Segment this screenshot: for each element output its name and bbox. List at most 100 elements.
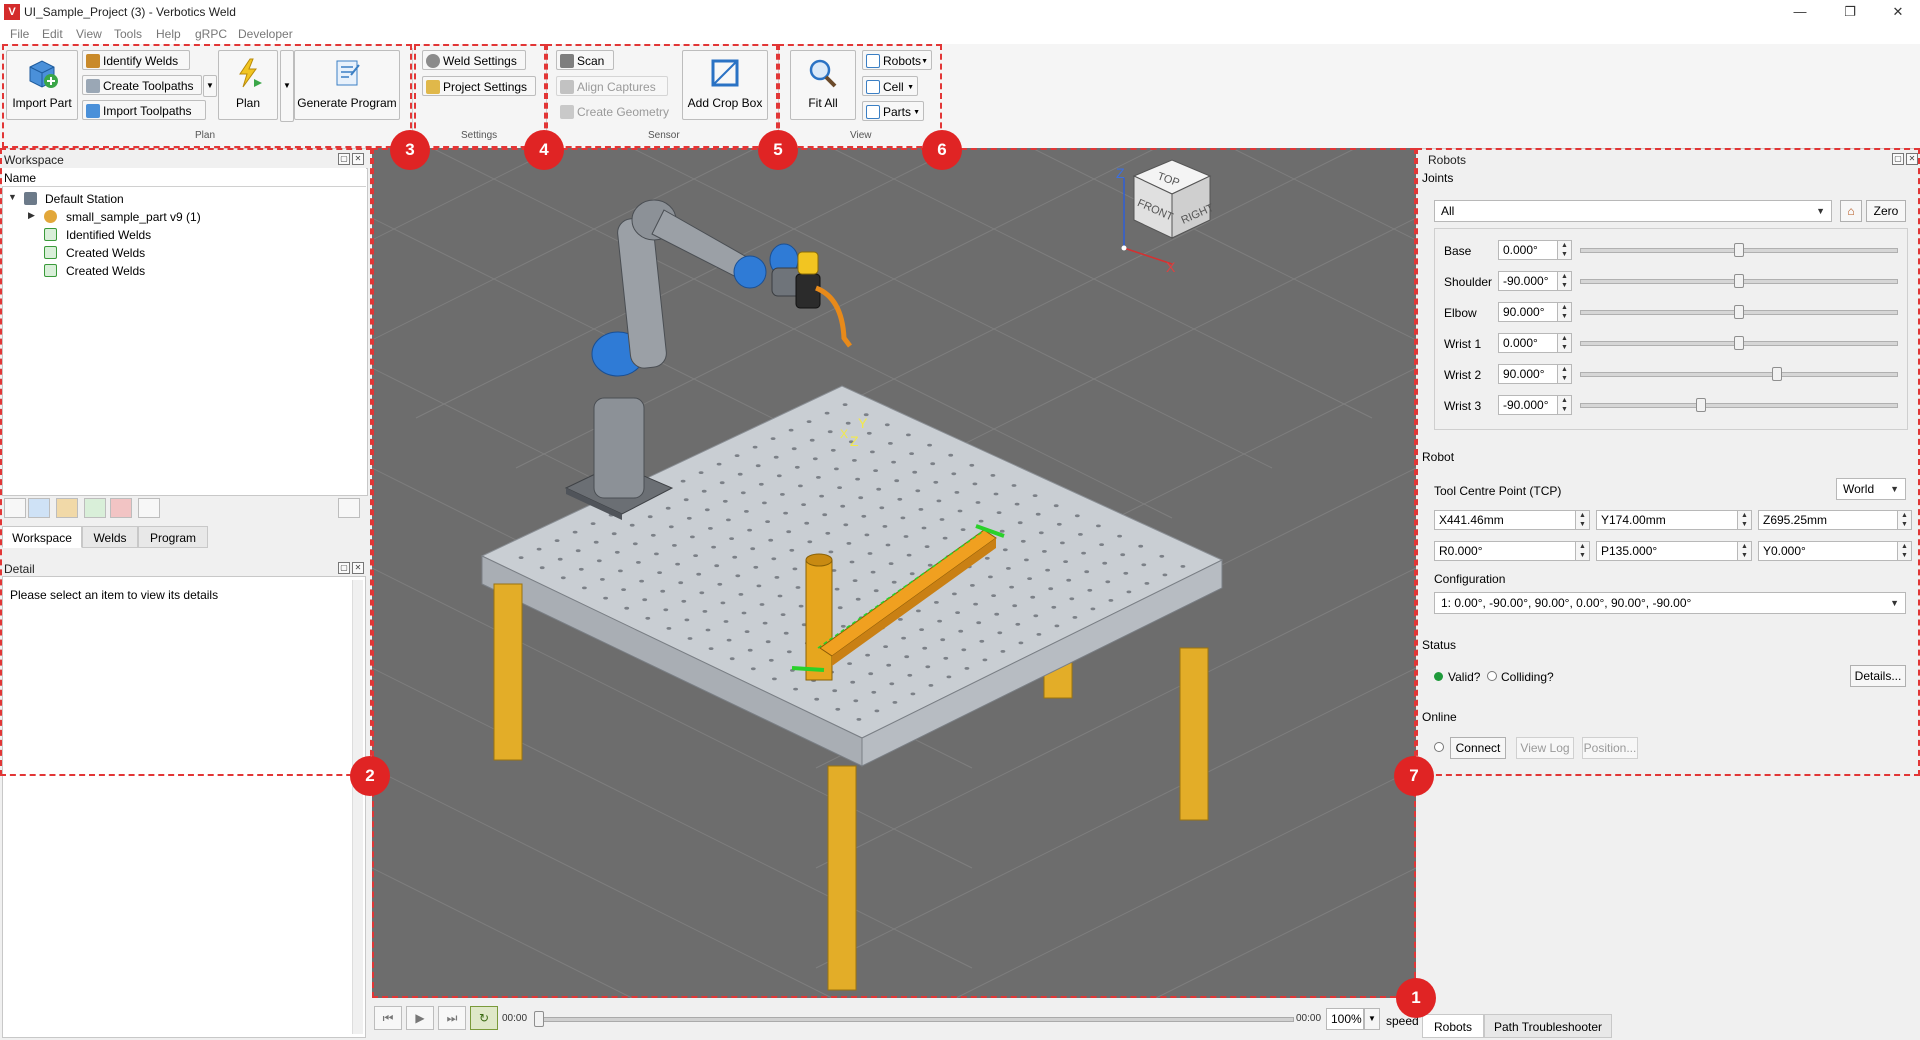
tcp-roll-spin[interactable]: ▲ ▼ xyxy=(1576,541,1590,561)
tcp-z-spin[interactable]: ▲ ▼ xyxy=(1898,510,1912,530)
tcp-x-spin[interactable]: ▲ ▼ xyxy=(1576,510,1590,530)
expand-arrow-icon[interactable]: ▼ xyxy=(8,192,17,202)
menu-help[interactable]: Help xyxy=(156,27,181,41)
joint-elbow-spin[interactable]: ▲ ▼ xyxy=(1558,302,1572,322)
tcp-pitch-input[interactable]: P135.000° xyxy=(1596,541,1738,561)
tree-column-name[interactable]: Name xyxy=(4,171,36,185)
float-icon[interactable]: ▢ xyxy=(338,562,350,574)
create-toolpaths-button[interactable]: Create Toolpaths xyxy=(82,75,202,95)
play-icon[interactable]: ▶ xyxy=(406,1006,434,1030)
cell-view-button[interactable]: Cell ▼ xyxy=(862,76,918,96)
panel-close-icon[interactable]: ✕ xyxy=(352,153,364,165)
skip-back-icon[interactable]: ⏮ xyxy=(374,1006,402,1030)
joints-select[interactable]: All ▼ xyxy=(1434,200,1832,222)
create-geometry-button[interactable]: Create Geometry xyxy=(556,101,674,121)
joint-wrist-1-slider-handle[interactable] xyxy=(1734,336,1744,350)
joint-base-input[interactable]: 0.000° xyxy=(1498,240,1558,260)
tab-program[interactable]: Program xyxy=(138,526,208,548)
tcp-roll-input[interactable]: R0.000° xyxy=(1434,541,1576,561)
tcp-frame-select[interactable]: World ▼ xyxy=(1836,478,1906,500)
menu-file[interactable]: File xyxy=(10,27,29,41)
tab-path-troubleshooter[interactable]: Path Troubleshooter xyxy=(1484,1014,1612,1038)
zoom-input[interactable]: 100% xyxy=(1326,1008,1364,1030)
tab-robots[interactable]: Robots xyxy=(1422,1014,1484,1038)
loop-icon[interactable]: ↻ xyxy=(470,1006,498,1030)
identify-welds-button[interactable]: Identify Welds xyxy=(82,50,190,70)
tab-workspace[interactable]: Workspace xyxy=(2,526,82,548)
import-part-tool-icon[interactable] xyxy=(28,498,50,518)
skip-forward-icon[interactable]: ⏭ xyxy=(438,1006,466,1030)
import-toolpaths-button[interactable]: Import Toolpaths xyxy=(82,100,206,120)
menu-edit[interactable]: Edit xyxy=(42,27,63,41)
tcp-pitch-spin[interactable]: ▲ ▼ xyxy=(1738,541,1752,561)
tree-item-identified-welds[interactable]: Identified Welds xyxy=(66,228,151,242)
scene-canvas[interactable]: Y Z X TOP FRONT RIGHT Z X xyxy=(372,148,1416,998)
pencil-tool-icon[interactable] xyxy=(56,498,78,518)
configuration-select[interactable]: 1: 0.00°, -90.00°, 90.00°, 0.00°, 90.00°… xyxy=(1434,592,1906,614)
joint-shoulder-spin[interactable]: ▲ ▼ xyxy=(1558,271,1572,291)
float-icon[interactable]: ▢ xyxy=(1892,153,1904,165)
menu-tools[interactable]: Tools xyxy=(114,27,142,41)
weld-settings-button[interactable]: Weld Settings xyxy=(422,50,526,70)
station-tool-icon[interactable] xyxy=(4,498,26,518)
3d-viewport[interactable]: Y Z X TOP FRONT RIGHT Z X xyxy=(372,148,1416,998)
weld-tool-icon[interactable] xyxy=(84,498,106,518)
plan-dropdown[interactable]: ▼ xyxy=(280,50,294,122)
tree-item-default-station[interactable]: Default Station xyxy=(45,192,124,206)
tree-item-sample-part[interactable]: small_sample_part v9 (1) xyxy=(66,210,201,224)
joint-wrist-3-input[interactable]: -90.000° xyxy=(1498,395,1558,415)
tree-item-created-welds-2[interactable]: Created Welds xyxy=(66,264,145,278)
joint-shoulder-slider-handle[interactable] xyxy=(1734,274,1744,288)
zoom-dropdown[interactable]: ▼ xyxy=(1364,1008,1380,1030)
fit-all-button[interactable]: Fit All xyxy=(790,50,856,120)
joint-wrist-3-slider-handle[interactable] xyxy=(1696,398,1706,412)
joint-base-spin[interactable]: ▲ ▼ xyxy=(1558,240,1572,260)
parts-view-button[interactable]: Parts ▼ xyxy=(862,101,924,121)
chart-tool-icon[interactable] xyxy=(110,498,132,518)
close-button[interactable]: ✕ xyxy=(1878,2,1918,22)
tree-item-created-welds[interactable]: Created Welds xyxy=(66,246,145,260)
timeline-handle[interactable] xyxy=(534,1011,544,1027)
detail-scrollbar[interactable] xyxy=(352,580,363,1034)
tcp-y-spin[interactable]: ▲ ▼ xyxy=(1738,510,1752,530)
panel-close-icon[interactable]: ✕ xyxy=(1906,153,1918,165)
panel-options-icon[interactable] xyxy=(338,498,360,518)
menu-developer[interactable]: Developer xyxy=(238,27,293,41)
menu-view[interactable]: View xyxy=(76,27,102,41)
tcp-yaw-spin[interactable]: ▲ ▼ xyxy=(1898,541,1912,561)
joint-wrist-2-slider-handle[interactable] xyxy=(1772,367,1782,381)
tcp-z-input[interactable]: Z695.25mm xyxy=(1758,510,1898,530)
tcp-yaw-input[interactable]: Y0.000° xyxy=(1758,541,1898,561)
maximize-button[interactable]: ❐ xyxy=(1830,2,1870,22)
robots-view-button[interactable]: Robots ▼ xyxy=(862,50,932,70)
joint-wrist-1-spin[interactable]: ▲ ▼ xyxy=(1558,333,1572,353)
joint-wrist-3-slider[interactable] xyxy=(1580,403,1898,408)
home-button[interactable]: ⌂ xyxy=(1840,200,1862,222)
joint-shoulder-input[interactable]: -90.000° xyxy=(1498,271,1558,291)
align-captures-button[interactable]: Align Captures xyxy=(556,76,668,96)
timeline-track[interactable] xyxy=(536,1017,1294,1022)
zero-button[interactable]: Zero xyxy=(1866,200,1906,222)
collapse-arrow-icon[interactable]: ▶ xyxy=(28,210,35,221)
minimize-button[interactable]: — xyxy=(1780,2,1820,22)
tab-welds[interactable]: Welds xyxy=(82,526,138,548)
project-settings-button[interactable]: Project Settings xyxy=(422,76,536,96)
menu-grpc[interactable]: gRPC xyxy=(195,27,227,41)
joint-wrist-2-slider[interactable] xyxy=(1580,372,1898,377)
joint-elbow-input[interactable]: 90.000° xyxy=(1498,302,1558,322)
view-log-button[interactable]: View Log xyxy=(1516,737,1574,759)
joint-wrist-2-input[interactable]: 90.000° xyxy=(1498,364,1558,384)
joint-base-slider-handle[interactable] xyxy=(1734,243,1744,257)
plan-button[interactable]: Plan xyxy=(218,50,278,120)
position-button[interactable]: Position... xyxy=(1582,737,1638,759)
joint-wrist-2-spin[interactable]: ▲ ▼ xyxy=(1558,364,1572,384)
create-toolpaths-dropdown[interactable]: ▼ xyxy=(203,75,217,97)
panel-close-icon[interactable]: ✕ xyxy=(352,562,364,574)
minus-tool-icon[interactable] xyxy=(138,498,160,518)
joint-wrist-1-input[interactable]: 0.000° xyxy=(1498,333,1558,353)
import-part-button[interactable]: Import Part xyxy=(6,50,78,120)
generate-program-button[interactable]: Generate Program xyxy=(294,50,400,120)
view-cube[interactable]: TOP FRONT RIGHT Z X xyxy=(1116,159,1216,275)
tcp-y-input[interactable]: Y174.00mm xyxy=(1596,510,1738,530)
tcp-x-input[interactable]: X441.46mm xyxy=(1434,510,1576,530)
